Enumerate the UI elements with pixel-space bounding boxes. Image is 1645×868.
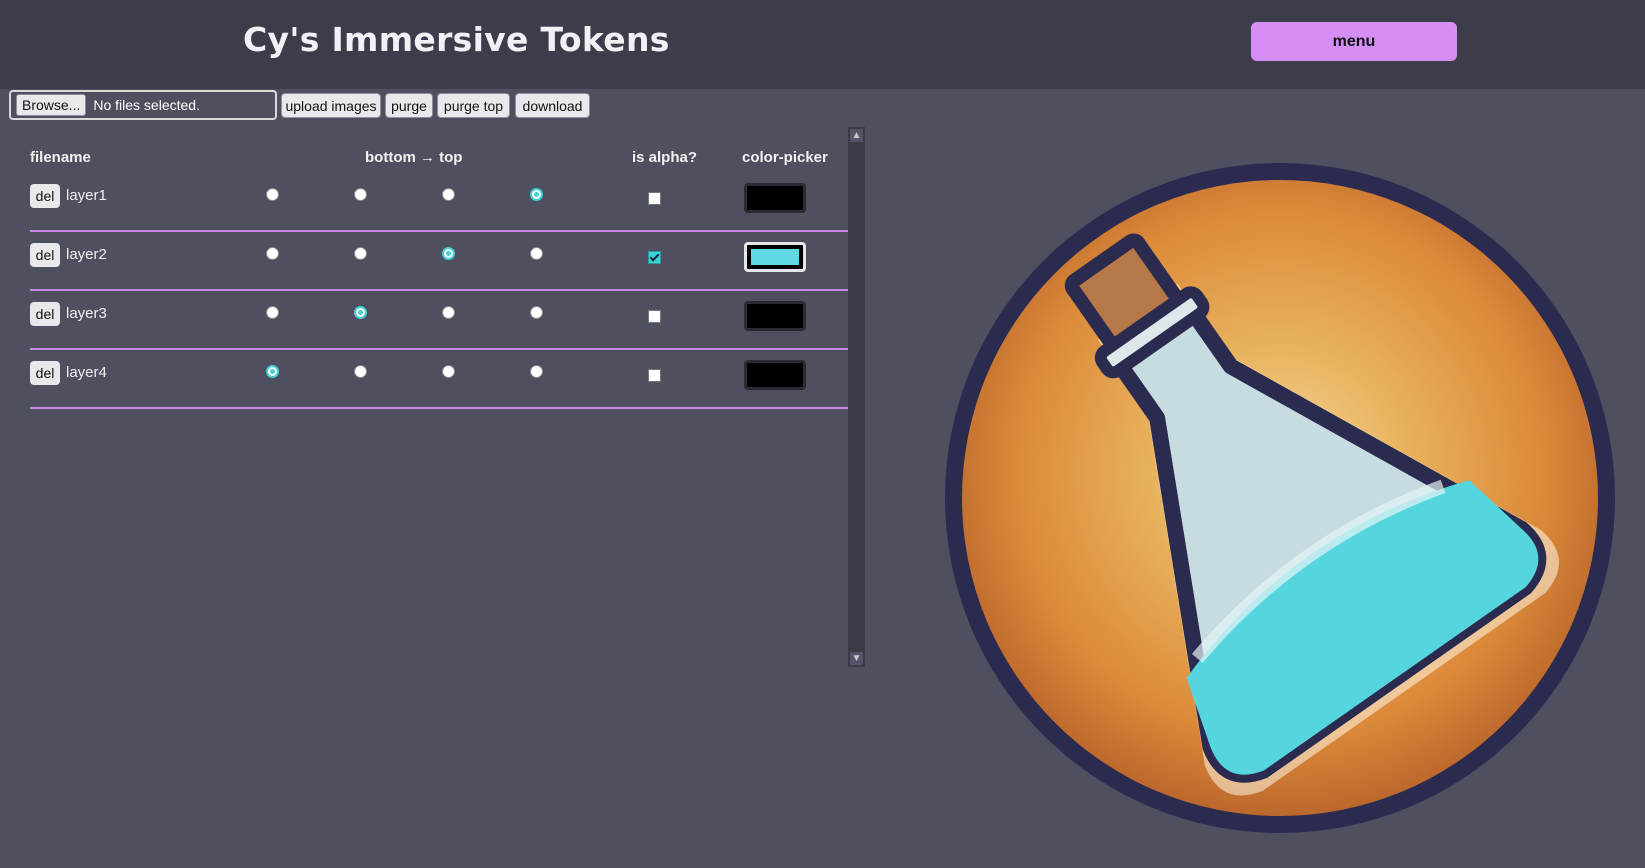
app-header: Cy's Immersive Tokens menu bbox=[0, 0, 1645, 89]
header-filename: filename bbox=[30, 149, 91, 166]
order-radio-3[interactable] bbox=[442, 188, 455, 201]
potion-token-icon bbox=[945, 163, 1615, 833]
order-radio-2[interactable] bbox=[354, 247, 367, 260]
layer-name: layer1 bbox=[66, 187, 107, 204]
upload-images-button[interactable]: upload images bbox=[281, 93, 381, 118]
order-radio-3[interactable] bbox=[442, 306, 455, 319]
order-radio-4[interactable] bbox=[530, 188, 543, 201]
order-radio-1[interactable] bbox=[266, 365, 279, 378]
alpha-checkbox[interactable] bbox=[648, 192, 661, 205]
order-radio-4[interactable] bbox=[530, 247, 543, 260]
token-preview bbox=[945, 163, 1615, 833]
color-swatch bbox=[751, 367, 799, 383]
delete-button[interactable]: del bbox=[30, 302, 60, 326]
order-radio-4[interactable] bbox=[530, 365, 543, 378]
table-row: del layer2 bbox=[30, 231, 848, 291]
download-button[interactable]: download bbox=[515, 93, 590, 118]
order-radio-2[interactable] bbox=[354, 188, 367, 201]
purge-top-button[interactable]: purge top bbox=[437, 93, 510, 118]
layer-name: layer2 bbox=[66, 246, 107, 263]
table-row: del layer3 bbox=[30, 290, 848, 350]
layer-name: layer3 bbox=[66, 305, 107, 322]
header-alpha: is alpha? bbox=[632, 149, 698, 166]
order-radio-3[interactable] bbox=[442, 365, 455, 378]
order-radio-2[interactable] bbox=[354, 306, 367, 319]
header-order: bottom → top bbox=[365, 149, 463, 166]
delete-button[interactable]: del bbox=[30, 243, 60, 267]
color-picker[interactable] bbox=[744, 183, 806, 213]
alpha-checkbox[interactable] bbox=[648, 369, 661, 382]
alpha-checkbox[interactable] bbox=[648, 251, 661, 264]
header-color-picker: color-picker bbox=[742, 149, 828, 166]
color-swatch bbox=[751, 190, 799, 206]
alpha-checkbox[interactable] bbox=[648, 310, 661, 323]
color-swatch bbox=[751, 308, 799, 324]
delete-button[interactable]: del bbox=[30, 184, 60, 208]
color-picker[interactable] bbox=[744, 242, 806, 272]
order-radio-1[interactable] bbox=[266, 306, 279, 319]
table-row: del layer4 bbox=[30, 349, 848, 409]
order-radio-2[interactable] bbox=[354, 365, 367, 378]
table-row: del layer1 bbox=[30, 172, 848, 232]
order-radio-1[interactable] bbox=[266, 188, 279, 201]
browse-button[interactable]: Browse... bbox=[16, 94, 87, 116]
order-radio-4[interactable] bbox=[530, 306, 543, 319]
layer-name: layer4 bbox=[66, 364, 107, 381]
app-title: Cy's Immersive Tokens bbox=[243, 20, 670, 59]
delete-button[interactable]: del bbox=[30, 361, 60, 385]
color-picker[interactable] bbox=[744, 360, 806, 390]
order-radio-1[interactable] bbox=[266, 247, 279, 260]
file-input[interactable]: Browse... No files selected. bbox=[9, 90, 277, 120]
purge-button[interactable]: purge bbox=[385, 93, 433, 118]
menu-button[interactable]: menu bbox=[1251, 22, 1457, 61]
file-status: No files selected. bbox=[93, 97, 200, 113]
layer-table: filename bottom → top is alpha? color-pi… bbox=[0, 127, 866, 667]
scroll-down-icon[interactable]: ▼ bbox=[850, 652, 863, 665]
scrollbar[interactable]: ▲ ▼ bbox=[848, 127, 865, 667]
color-swatch bbox=[751, 249, 799, 265]
order-radio-3[interactable] bbox=[442, 247, 455, 260]
color-picker[interactable] bbox=[744, 301, 806, 331]
scroll-up-icon[interactable]: ▲ bbox=[850, 129, 863, 142]
